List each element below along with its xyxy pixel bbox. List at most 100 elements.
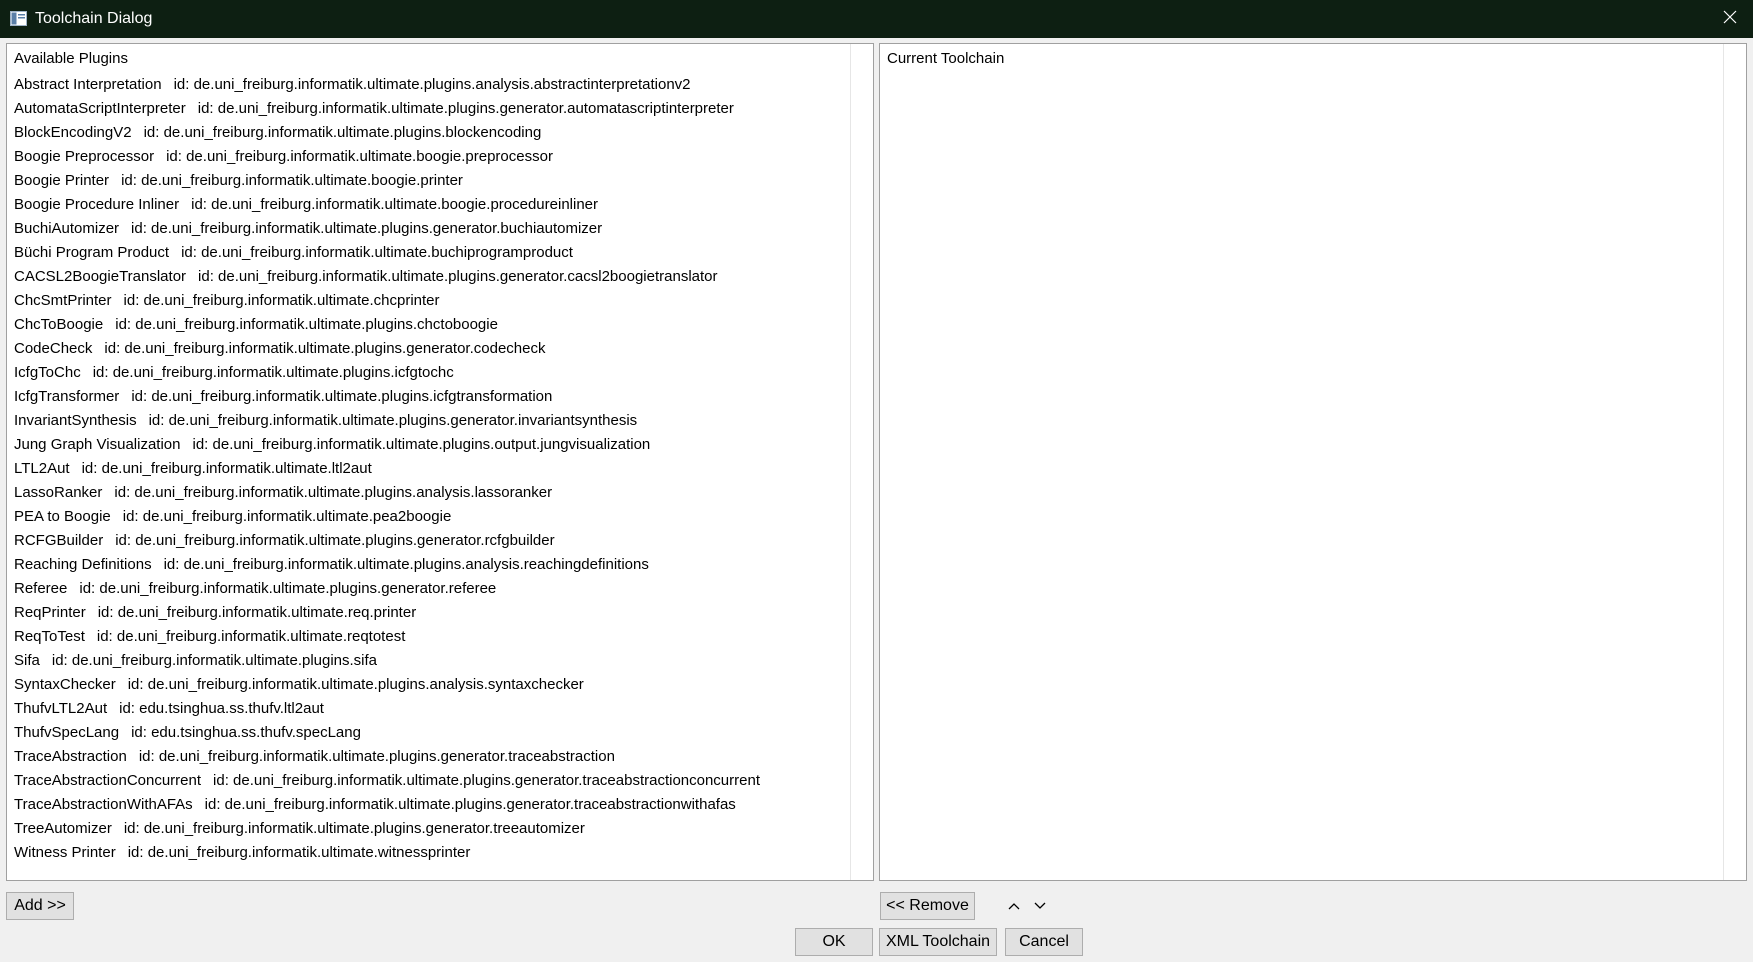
plugin-list-item[interactable]: Boogie Procedure Inliner id: de.uni_freib… bbox=[14, 193, 760, 217]
plugin-name: CACSL2BoogieTranslator bbox=[14, 268, 187, 285]
plugin-id: id: de.uni_freiburg.informatik.ultimate.… bbox=[131, 388, 553, 405]
available-plugins-scrollbar[interactable] bbox=[850, 44, 873, 880]
plugin-list-item[interactable]: ThufvSpecLang id: edu.tsinghua.ss.thufv.s… bbox=[14, 721, 760, 745]
plugin-id: id: de.uni_freiburg.informatik.ultimate.… bbox=[204, 796, 736, 813]
plugin-list-item[interactable]: BlockEncodingV2 id: de.uni_freiburg.infor… bbox=[14, 121, 760, 145]
plugin-id: id: de.uni_freiburg.informatik.ultimate.… bbox=[122, 508, 452, 525]
chevron-up-icon bbox=[1008, 897, 1020, 915]
close-button[interactable] bbox=[1707, 0, 1753, 38]
plugin-list-item[interactable]: TraceAbstractionWithAFAs id: de.uni_freib… bbox=[14, 793, 760, 817]
plugin-list-item[interactable]: LTL2Aut id: de.uni_freiburg.informatik.ul… bbox=[14, 457, 760, 481]
plugin-list-item[interactable]: TraceAbstraction id: de.uni_freiburg.info… bbox=[14, 745, 760, 769]
plugin-id: id: de.uni_freiburg.informatik.ultimate.… bbox=[131, 220, 603, 237]
plugin-list-item[interactable]: Abstract Interpretation id: de.uni_freibu… bbox=[14, 73, 760, 97]
plugin-name: SyntaxChecker bbox=[14, 676, 116, 693]
plugin-list-item[interactable]: Witness Printer id: de.uni_freiburg.infor… bbox=[14, 841, 760, 865]
plugin-list-item[interactable]: InvariantSynthesis id: de.uni_freiburg.in… bbox=[14, 409, 760, 433]
plugin-id: id: de.uni_freiburg.informatik.ultimate.… bbox=[127, 844, 471, 861]
plugin-name: IcfgTransformer bbox=[14, 388, 120, 405]
plugin-name: RCFGBuilder bbox=[14, 532, 104, 549]
plugin-name: TreeAutomizer bbox=[14, 820, 112, 837]
plugin-list-item[interactable]: IcfgToChc id: de.uni_freiburg.informatik.… bbox=[14, 361, 760, 385]
xml-toolchain-button[interactable]: XML Toolchain bbox=[879, 928, 997, 956]
plugin-id: id: de.uni_freiburg.informatik.ultimate.… bbox=[197, 100, 734, 117]
move-up-button[interactable] bbox=[1004, 896, 1024, 916]
ok-button[interactable]: OK bbox=[795, 928, 873, 956]
plugin-id: id: de.uni_freiburg.informatik.ultimate.… bbox=[81, 460, 372, 477]
plugin-name: Boogie Procedure Inliner bbox=[14, 196, 180, 213]
plugin-list-item[interactable]: CACSL2BoogieTranslator id: de.uni_freibur… bbox=[14, 265, 760, 289]
plugin-id: id: de.uni_freiburg.informatik.ultimate.… bbox=[192, 436, 651, 453]
plugin-name: Reaching Definitions bbox=[14, 556, 152, 573]
plugin-list-item[interactable]: RCFGBuilder id: de.uni_freiburg.informati… bbox=[14, 529, 760, 553]
plugin-id: id: de.uni_freiburg.informatik.ultimate.… bbox=[123, 820, 585, 837]
plugin-id: id: de.uni_freiburg.informatik.ultimate.… bbox=[92, 364, 454, 381]
plugin-id: id: edu.tsinghua.ss.thufv.specLang bbox=[131, 724, 361, 741]
plugin-id: id: de.uni_freiburg.informatik.ultimate.… bbox=[138, 748, 615, 765]
plugin-id: id: de.uni_freiburg.informatik.ultimate.… bbox=[114, 484, 553, 501]
available-plugins-list[interactable]: Available Plugins Abstract Interpretatio… bbox=[6, 43, 874, 881]
plugin-id: id: de.uni_freiburg.informatik.ultimate.… bbox=[115, 532, 555, 549]
dialog-body: Available Plugins Abstract Interpretatio… bbox=[0, 38, 1753, 962]
plugin-name: AutomataScriptInterpreter bbox=[14, 100, 186, 117]
plugin-id: id: de.uni_freiburg.informatik.ultimate.… bbox=[213, 772, 760, 789]
title-bar: Toolchain Dialog bbox=[0, 0, 1753, 38]
plugin-name: InvariantSynthesis bbox=[14, 412, 137, 429]
cancel-button[interactable]: Cancel bbox=[1005, 928, 1083, 956]
plugin-name: Witness Printer bbox=[14, 844, 116, 861]
plugin-list-item[interactable]: ReqPrinter id: de.uni_freiburg.informatik… bbox=[14, 601, 760, 625]
add-button[interactable]: Add >> bbox=[6, 892, 74, 920]
plugin-list-item[interactable]: Boogie Printer id: de.uni_freiburg.inform… bbox=[14, 169, 760, 193]
plugin-list-item[interactable]: AutomataScriptInterpreter id: de.uni_frei… bbox=[14, 97, 760, 121]
plugin-id: id: de.uni_freiburg.informatik.ultimate.… bbox=[198, 268, 718, 285]
plugin-id: id: edu.tsinghua.ss.thufv.ltl2aut bbox=[119, 700, 324, 717]
plugin-list-item[interactable]: Referee id: de.uni_freiburg.informatik.ul… bbox=[14, 577, 760, 601]
plugin-name: ChcToBoogie bbox=[14, 316, 104, 333]
plugin-list-item[interactable]: IcfgTransformer id: de.uni_freiburg.infor… bbox=[14, 385, 760, 409]
plugin-id: id: de.uni_freiburg.informatik.ultimate.… bbox=[121, 172, 463, 189]
plugin-name: Jung Graph Visualization bbox=[14, 436, 181, 453]
plugin-list-item[interactable]: Reaching Definitions id: de.uni_freiburg.… bbox=[14, 553, 760, 577]
plugin-list-item[interactable]: ThufvLTL2Aut id: edu.tsinghua.ss.thufv.lt… bbox=[14, 697, 760, 721]
plugin-name: ChcSmtPrinter bbox=[14, 292, 112, 309]
plugin-id: id: de.uni_freiburg.informatik.ultimate.… bbox=[51, 652, 378, 669]
plugin-list-item[interactable]: TraceAbstractionConcurrent id: de.uni_fre… bbox=[14, 769, 760, 793]
move-down-button[interactable] bbox=[1030, 896, 1050, 916]
plugin-list-item[interactable]: Büchi Program Product id: de.uni_freiburg… bbox=[14, 241, 760, 265]
plugin-id: id: de.uni_freiburg.informatik.ultimate.… bbox=[123, 292, 440, 309]
plugin-id: id: de.uni_freiburg.informatik.ultimate.… bbox=[166, 148, 553, 165]
plugin-list-item[interactable]: PEA to Boogie id: de.uni_freiburg.informa… bbox=[14, 505, 760, 529]
plugin-id: id: de.uni_freiburg.informatik.ultimate.… bbox=[173, 76, 691, 93]
plugin-id: id: de.uni_freiburg.informatik.ultimate.… bbox=[79, 580, 497, 597]
plugin-list-item[interactable]: BuchiAutomizer id: de.uni_freiburg.inform… bbox=[14, 217, 760, 241]
plugin-id: id: de.uni_freiburg.informatik.ultimate.… bbox=[163, 556, 649, 573]
plugin-name: TraceAbstractionWithAFAs bbox=[14, 796, 193, 813]
plugin-id: id: de.uni_freiburg.informatik.ultimate.… bbox=[143, 124, 542, 141]
plugin-list-item[interactable]: LassoRanker id: de.uni_freiburg.informati… bbox=[14, 481, 760, 505]
remove-button[interactable]: << Remove bbox=[880, 892, 975, 920]
available-plugins-header: Available Plugins bbox=[14, 50, 128, 67]
plugin-list-item[interactable]: Boogie Preprocessor id: de.uni_freiburg.i… bbox=[14, 145, 760, 169]
plugin-list-item[interactable]: TreeAutomizer id: de.uni_freiburg.informa… bbox=[14, 817, 760, 841]
current-toolchain-list[interactable]: Current Toolchain bbox=[879, 43, 1747, 881]
window-app-icon bbox=[10, 11, 27, 26]
plugin-id: id: de.uni_freiburg.informatik.ultimate.… bbox=[96, 628, 406, 645]
plugin-list-item[interactable]: Jung Graph Visualization id: de.uni_freib… bbox=[14, 433, 760, 457]
plugin-name: Boogie Printer bbox=[14, 172, 110, 189]
plugin-list-item[interactable]: SyntaxChecker id: de.uni_freiburg.informa… bbox=[14, 673, 760, 697]
plugin-list-item[interactable]: ReqToTest id: de.uni_freiburg.informatik.… bbox=[14, 625, 760, 649]
plugin-name: Boogie Preprocessor bbox=[14, 148, 155, 165]
plugin-id: id: de.uni_freiburg.informatik.ultimate.… bbox=[148, 412, 638, 429]
plugin-id: id: de.uni_freiburg.informatik.ultimate.… bbox=[191, 196, 599, 213]
current-toolchain-scrollbar[interactable] bbox=[1723, 44, 1746, 880]
plugin-id: id: de.uni_freiburg.informatik.ultimate.… bbox=[181, 244, 573, 261]
plugin-list-item[interactable]: CodeCheck id: de.uni_freiburg.informatik.… bbox=[14, 337, 760, 361]
plugin-list-item[interactable]: ChcSmtPrinter id: de.uni_freiburg.informa… bbox=[14, 289, 760, 313]
plugin-id: id: de.uni_freiburg.informatik.ultimate.… bbox=[97, 604, 417, 621]
plugin-list-item[interactable]: Sifa id: de.uni_freiburg.informatik.ultim… bbox=[14, 649, 760, 673]
plugin-name: TraceAbstraction bbox=[14, 748, 127, 765]
plugin-name: IcfgToChc bbox=[14, 364, 81, 381]
close-icon bbox=[1723, 10, 1737, 29]
plugin-name: LassoRanker bbox=[14, 484, 103, 501]
plugin-list-item[interactable]: ChcToBoogie id: de.uni_freiburg.informati… bbox=[14, 313, 760, 337]
